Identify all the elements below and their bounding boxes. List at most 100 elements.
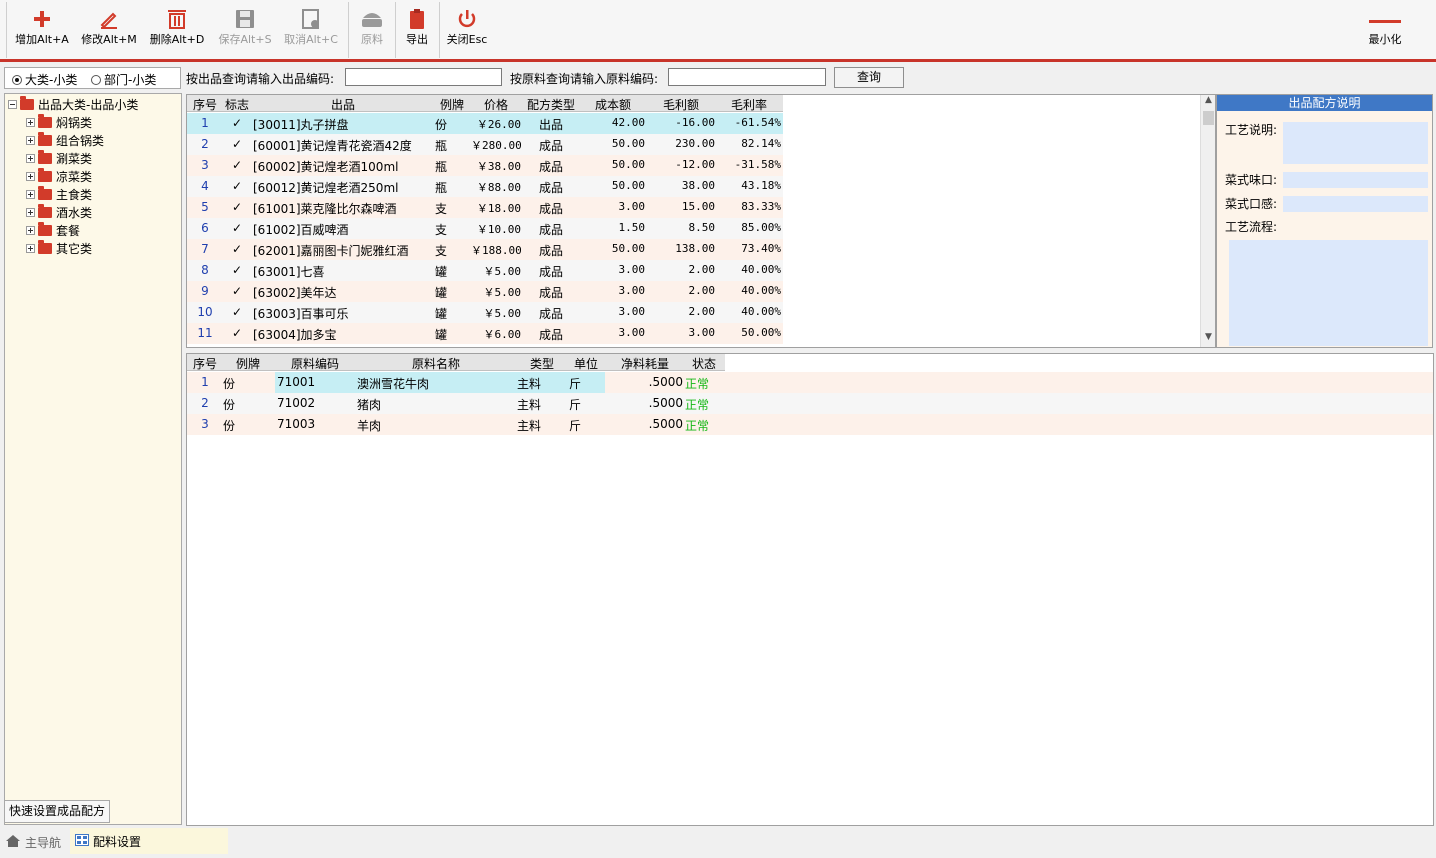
tree-item[interactable]: 套餐 bbox=[26, 221, 80, 239]
column-header[interactable]: 标志 bbox=[223, 96, 251, 113]
clipboard-icon bbox=[399, 4, 435, 32]
column-header[interactable]: 序号 bbox=[189, 96, 221, 113]
tree-item[interactable]: 涮菜类 bbox=[26, 149, 92, 167]
product-grid-scrollbar[interactable]: ▲ ▼ bbox=[1200, 95, 1215, 347]
expand-icon[interactable] bbox=[26, 171, 35, 181]
expand-icon[interactable] bbox=[26, 243, 35, 253]
expand-icon[interactable] bbox=[26, 225, 35, 235]
table-row[interactable]: 1 份 71001 澳洲雪花牛肉 主料 斤 .5000 正常 bbox=[187, 372, 1433, 393]
column-header[interactable]: 毛利额 bbox=[647, 96, 715, 113]
cell-rate: 40.00% bbox=[741, 305, 781, 318]
cell-profit: -16.00 bbox=[675, 116, 715, 129]
cell-cost: 50.00 bbox=[611, 158, 645, 171]
minimize-button[interactable]: 最小化 bbox=[1360, 4, 1410, 56]
column-header[interactable]: 例牌 bbox=[223, 355, 273, 372]
column-header[interactable]: 原料编码 bbox=[275, 355, 355, 372]
cell-cost: 1.50 bbox=[618, 221, 646, 234]
product-code-input[interactable] bbox=[345, 68, 502, 86]
column-header[interactable]: 状态 bbox=[685, 355, 723, 372]
texture-field[interactable] bbox=[1283, 196, 1428, 212]
table-row[interactable]: 10 ✓ [63003]百事可乐 罐 ￥5.00 成品 3.00 2.00 40.00% bbox=[187, 302, 783, 323]
material-code-input[interactable] bbox=[668, 68, 826, 86]
column-header[interactable]: 出品 bbox=[253, 96, 433, 113]
table-row[interactable]: 4 ✓ [60012]黄记煌老酒250ml 瓶 ￥88.00 成品 50.00 38.00 43… bbox=[187, 176, 783, 197]
cell-unit: 斤 bbox=[569, 377, 582, 391]
cell-type: 成品 bbox=[538, 160, 563, 174]
column-header[interactable]: 原料名称 bbox=[357, 355, 515, 372]
scrollbar-thumb[interactable] bbox=[1203, 111, 1214, 125]
table-row[interactable]: 1 ✓ [30011]丸子拼盘 份 ￥26.00 出品 42.00 -16.00 -61.54% bbox=[187, 113, 783, 134]
cell-name: [30011]丸子拼盘 bbox=[253, 118, 349, 132]
table-row[interactable]: 3 ✓ [60002]黄记煌老酒100ml 瓶 ￥38.00 成品 50.00 -12.00 -… bbox=[187, 155, 783, 176]
table-row[interactable]: 11 ✓ [63004]加多宝 罐 ￥6.00 成品 3.00 3.00 50.00% bbox=[187, 323, 783, 344]
craft-description-field[interactable] bbox=[1283, 122, 1428, 164]
expand-icon[interactable] bbox=[26, 189, 35, 199]
tab-recipe-settings[interactable]: 配料设置 bbox=[70, 828, 228, 854]
taste-field[interactable] bbox=[1283, 172, 1428, 188]
cell-cost: 3.00 bbox=[618, 200, 646, 213]
column-header[interactable]: 类型 bbox=[517, 355, 567, 372]
edit-button[interactable]: 修改Alt+M bbox=[78, 4, 140, 56]
cell-flag: ✓ bbox=[231, 242, 243, 256]
query-button[interactable]: 查询 bbox=[834, 67, 904, 88]
folder-icon bbox=[38, 185, 52, 200]
chevron-down-icon[interactable]: ▼ bbox=[1201, 332, 1216, 346]
cell-flag: ✓ bbox=[231, 326, 243, 340]
column-header[interactable]: 净料耗量 bbox=[605, 355, 685, 372]
cell-rate: 40.00% bbox=[741, 284, 781, 297]
collapse-icon[interactable] bbox=[8, 99, 17, 109]
expand-icon[interactable] bbox=[26, 207, 35, 217]
tab-main-navigation[interactable]: 主导航 bbox=[2, 830, 68, 854]
tree-item[interactable]: 组合锅类 bbox=[26, 131, 104, 149]
quick-setup-button[interactable]: 快速设置成品配方 bbox=[4, 800, 110, 823]
tree-item[interactable]: 其它类 bbox=[26, 239, 92, 257]
material-button[interactable]: 原料 bbox=[352, 4, 392, 56]
cell-rate: 82.14% bbox=[741, 137, 781, 150]
cell-type: 成品 bbox=[538, 307, 563, 321]
table-row[interactable]: 2 ✓ [60001]黄记煌青花瓷酒42度 瓶 ￥280.00 成品 50.00 230.00… bbox=[187, 134, 783, 155]
column-header[interactable]: 配方类型 bbox=[523, 96, 579, 113]
radio-department[interactable]: 部门-小类 bbox=[91, 71, 156, 88]
table-row[interactable]: 9 ✓ [63002]美年达 罐 ￥5.00 成品 3.00 2.00 40.00% bbox=[187, 281, 783, 302]
pencil-icon bbox=[78, 4, 140, 32]
column-header[interactable]: 单位 bbox=[569, 355, 603, 372]
table-row[interactable]: 2 份 71002 猪肉 主料 斤 .5000 正常 bbox=[187, 393, 1433, 414]
radio-label: 大类-小类 bbox=[25, 73, 78, 87]
minimize-label: 最小化 bbox=[1368, 33, 1402, 46]
column-header[interactable]: 价格 bbox=[471, 96, 521, 113]
expand-icon[interactable] bbox=[26, 117, 35, 127]
table-row[interactable]: 5 ✓ [61001]莱克隆比尔森啤酒 支 ￥18.00 成品 3.00 15.00 83.33… bbox=[187, 197, 783, 218]
close-button[interactable]: 关闭Esc bbox=[443, 4, 491, 56]
cell-name: [63003]百事可乐 bbox=[253, 307, 349, 321]
cancel-button[interactable]: 取消Alt+C bbox=[280, 4, 342, 56]
cell-price: ￥188.00 bbox=[471, 244, 521, 257]
tree-root[interactable]: 出品大类-出品小类 bbox=[8, 95, 138, 113]
cell-price: ￥5.00 bbox=[483, 307, 522, 320]
delete-button[interactable]: 删除Alt+D bbox=[146, 4, 208, 56]
expand-icon[interactable] bbox=[26, 153, 35, 163]
table-row[interactable]: 6 ✓ [61002]百威啤酒 支 ￥10.00 成品 1.50 8.50 85.00% bbox=[187, 218, 783, 239]
add-button[interactable]: 增加Alt+A bbox=[12, 4, 72, 56]
column-header[interactable]: 例牌 bbox=[435, 96, 469, 113]
cell-name: 澳洲雪花牛肉 bbox=[357, 377, 430, 391]
tree-item[interactable]: 凉菜类 bbox=[26, 167, 92, 185]
cell-unit: 罐 bbox=[435, 265, 448, 279]
expand-icon[interactable] bbox=[26, 135, 35, 145]
chevron-up-icon[interactable]: ▲ bbox=[1201, 95, 1216, 109]
tree-item[interactable]: 主食类 bbox=[26, 185, 92, 203]
table-row[interactable]: 3 份 71003 羊肉 主料 斤 .5000 正常 bbox=[187, 414, 1433, 435]
tree-item[interactable]: 酒水类 bbox=[26, 203, 92, 221]
radio-category[interactable]: 大类-小类 bbox=[12, 71, 77, 88]
column-header[interactable]: 序号 bbox=[189, 355, 221, 372]
product-grid-header: 序号 标志 出品 例牌 价格 配方类型 成本额 毛利额 毛利率 bbox=[187, 95, 783, 112]
cell-code: 71002 bbox=[277, 396, 316, 410]
export-button[interactable]: 导出 bbox=[399, 4, 435, 56]
table-row[interactable]: 7 ✓ [62001]嘉丽图卡门妮雅红酒 支 ￥188.00 成品 50.00 138.00 7… bbox=[187, 239, 783, 260]
column-header[interactable]: 毛利率 bbox=[717, 96, 781, 113]
cell-rate: 40.00% bbox=[741, 263, 781, 276]
tree-item[interactable]: 焖锅类 bbox=[26, 113, 92, 131]
save-button[interactable]: 保存Alt+S bbox=[214, 4, 276, 56]
column-header[interactable]: 成本额 bbox=[581, 96, 645, 113]
table-row[interactable]: 8 ✓ [63001]七喜 罐 ￥5.00 成品 3.00 2.00 40.00% bbox=[187, 260, 783, 281]
process-field[interactable] bbox=[1229, 240, 1428, 346]
